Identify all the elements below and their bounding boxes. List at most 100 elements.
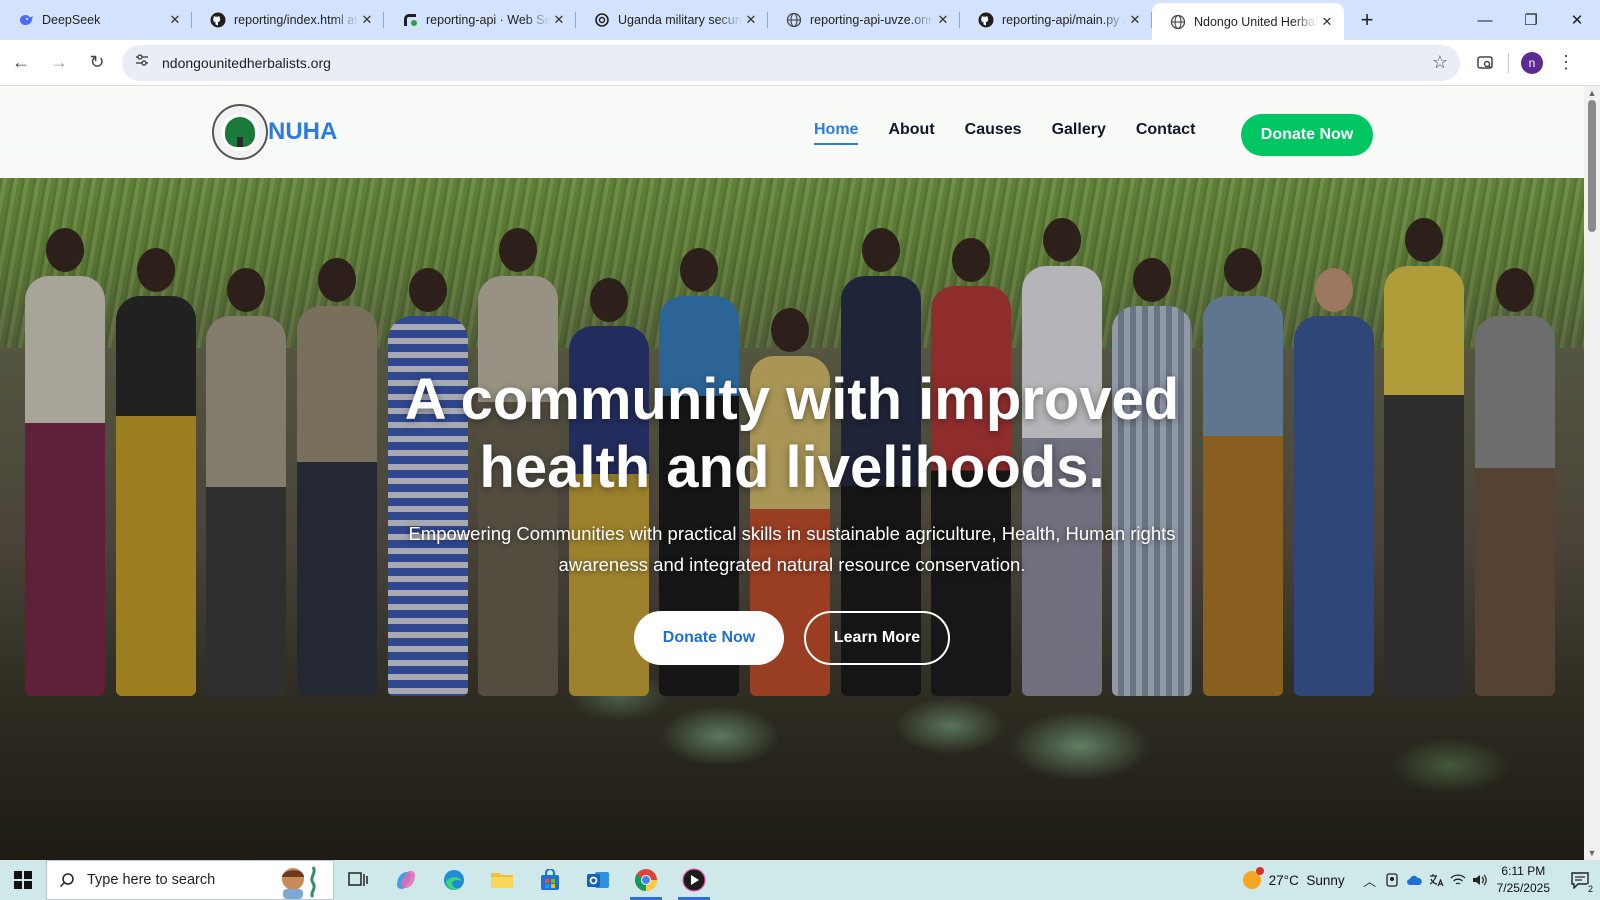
hero-buttons: Donate Now Learn More: [0, 611, 1584, 665]
scrollbar-thumb[interactable]: [1588, 100, 1596, 232]
hero-subtitle: Empowering Communities with practical sk…: [408, 523, 1176, 575]
tree-logo-icon: [225, 117, 255, 147]
tab-title: reporting-api-uvze.onre: [810, 13, 934, 27]
copilot-icon[interactable]: [382, 860, 430, 900]
chrome-icon[interactable]: [622, 860, 670, 900]
hero-title-line-2: health and livelihoods.: [479, 435, 1105, 500]
nav-causes[interactable]: Causes: [965, 121, 1022, 145]
nav-about[interactable]: About: [888, 121, 934, 145]
weather-text: 27°C Sunny: [1268, 872, 1345, 888]
search-icon: [59, 873, 74, 888]
hero-section: NUHA Home About Causes Gallery Contact D…: [0, 86, 1584, 860]
hero-donate-button[interactable]: Donate Now: [634, 611, 784, 665]
tab-title: Uganda military securit: [618, 13, 742, 27]
clock-time: 6:11 PM: [1501, 864, 1546, 878]
forward-button[interactable]: →: [42, 46, 76, 80]
header-donate-button[interactable]: Donate Now: [1241, 114, 1373, 156]
windows-taskbar: Type here to search 27°C Sunny ︿ 6:11 PM…: [0, 860, 1600, 900]
nav-home[interactable]: Home: [814, 121, 859, 145]
profile-button[interactable]: n: [1515, 46, 1549, 80]
show-hidden-icons-chevron-icon[interactable]: ︿: [1359, 860, 1381, 900]
minimize-button[interactable]: —: [1462, 0, 1508, 40]
close-tab-icon[interactable]: ✕: [166, 11, 184, 29]
url-text[interactable]: ndongounitedherbalists.org: [162, 55, 1432, 71]
tab-search-icon[interactable]: [1468, 46, 1502, 80]
microsoft-store-icon[interactable]: [526, 860, 574, 900]
notification-center-icon[interactable]: 2: [1560, 860, 1600, 900]
tab-deepseek[interactable]: DeepSeek ✕: [0, 3, 192, 37]
hero-title: A community with improved health and liv…: [0, 366, 1584, 502]
site-header: NUHA Home About Causes Gallery Contact D…: [0, 86, 1584, 178]
windows-start-button[interactable]: [0, 860, 46, 900]
onedrive-cloud-icon[interactable]: [1403, 860, 1425, 900]
system-tray: 27°C Sunny ︿ 6:11 PM 7/25/2025 2: [1242, 860, 1600, 900]
toolbar-separator: [1508, 52, 1509, 73]
tab-ndongo-active[interactable]: Ndongo United Herbali ✕: [1152, 3, 1344, 40]
sunny-weather-icon: [1242, 867, 1264, 889]
media-player-icon[interactable]: [670, 860, 718, 900]
chatgpt-icon: [594, 12, 610, 28]
address-bar[interactable]: ndongounitedherbalists.org ☆: [122, 44, 1460, 81]
wifi-network-icon[interactable]: [1447, 860, 1469, 900]
taskbar-clock[interactable]: 6:11 PM 7/25/2025: [1497, 863, 1550, 897]
meet-now-icon[interactable]: [1381, 860, 1403, 900]
input-language-icon[interactable]: [1425, 860, 1447, 900]
task-view-icon[interactable]: [334, 860, 382, 900]
tab-title: DeepSeek: [42, 13, 101, 27]
outlook-icon[interactable]: [574, 860, 622, 900]
close-tab-icon[interactable]: ✕: [1318, 13, 1336, 31]
menu-kebab-icon[interactable]: ⋮: [1549, 46, 1583, 80]
tab-github-index[interactable]: reporting/index.html at ✕: [192, 3, 384, 37]
learn-more-button[interactable]: Learn More: [804, 611, 950, 665]
file-explorer-icon[interactable]: [478, 860, 526, 900]
window-controls: — ❐ ✕: [1462, 0, 1600, 40]
notification-count-badge: 2: [1586, 884, 1594, 894]
avatar: n: [1521, 51, 1543, 74]
close-tab-icon[interactable]: ✕: [550, 11, 568, 29]
globe-icon: [1170, 14, 1186, 30]
weather-widget[interactable]: 27°C Sunny: [1242, 867, 1345, 889]
site-settings-icon[interactable]: [134, 52, 150, 73]
tab-render-reporting-api[interactable]: reporting-api · Web Se ✕: [384, 3, 576, 37]
github-icon: [210, 12, 226, 28]
browser-tab-strip: DeepSeek ✕ reporting/index.html at ✕ rep…: [0, 0, 1600, 40]
tab-reporting-api-onrender[interactable]: reporting-api-uvze.onre ✕: [768, 3, 960, 37]
tab-title: reporting-api/main.py a: [1002, 13, 1126, 27]
reload-button[interactable]: ↻: [80, 46, 114, 80]
page-scrollbar[interactable]: ▲ ▼: [1584, 86, 1600, 860]
nav-gallery[interactable]: Gallery: [1052, 121, 1106, 145]
tab-chatgpt[interactable]: Uganda military securit ✕: [576, 3, 768, 37]
close-tab-icon[interactable]: ✕: [358, 11, 376, 29]
nuha-logo[interactable]: [212, 104, 268, 160]
close-tab-icon[interactable]: ✕: [934, 11, 952, 29]
hero-title-line-1: A community with improved: [404, 367, 1180, 432]
edge-browser-icon[interactable]: [430, 860, 478, 900]
close-tab-icon[interactable]: ✕: [742, 11, 760, 29]
tab-title: Ndongo United Herbali: [1194, 14, 1318, 29]
tab-github-main-py[interactable]: reporting-api/main.py a ✕: [960, 3, 1152, 37]
globe-icon: [786, 12, 802, 28]
browser-toolbar: ← → ↻ ndongounitedherbalists.org ☆ n ⋮: [0, 40, 1600, 86]
page-viewport: NUHA Home About Causes Gallery Contact D…: [0, 86, 1600, 860]
taskbar-search-box[interactable]: Type here to search: [46, 860, 334, 900]
main-nav: Home About Causes Gallery Contact: [814, 121, 1225, 145]
scroll-down-arrow-icon[interactable]: ▼: [1584, 846, 1600, 860]
back-button[interactable]: ←: [4, 46, 38, 80]
volume-speaker-icon[interactable]: [1469, 860, 1491, 900]
search-highlight-illustration-icon: [282, 866, 316, 899]
restore-button[interactable]: ❐: [1508, 0, 1554, 40]
github-icon: [978, 12, 994, 28]
windows-logo-icon: [14, 871, 32, 889]
search-placeholder: Type here to search: [87, 872, 216, 888]
render-icon: [402, 12, 418, 28]
bookmark-star-icon[interactable]: ☆: [1432, 52, 1448, 73]
nav-contact[interactable]: Contact: [1136, 121, 1196, 145]
close-window-button[interactable]: ✕: [1554, 0, 1600, 40]
tab-title: reporting/index.html at: [234, 13, 358, 27]
tab-title: reporting-api · Web Se: [426, 13, 550, 27]
clock-date: 7/25/2025: [1496, 881, 1550, 895]
close-tab-icon[interactable]: ✕: [1126, 11, 1144, 29]
scroll-up-arrow-icon[interactable]: ▲: [1584, 86, 1600, 100]
site-brand[interactable]: NUHA: [268, 118, 337, 146]
new-tab-button[interactable]: +: [1350, 3, 1384, 37]
